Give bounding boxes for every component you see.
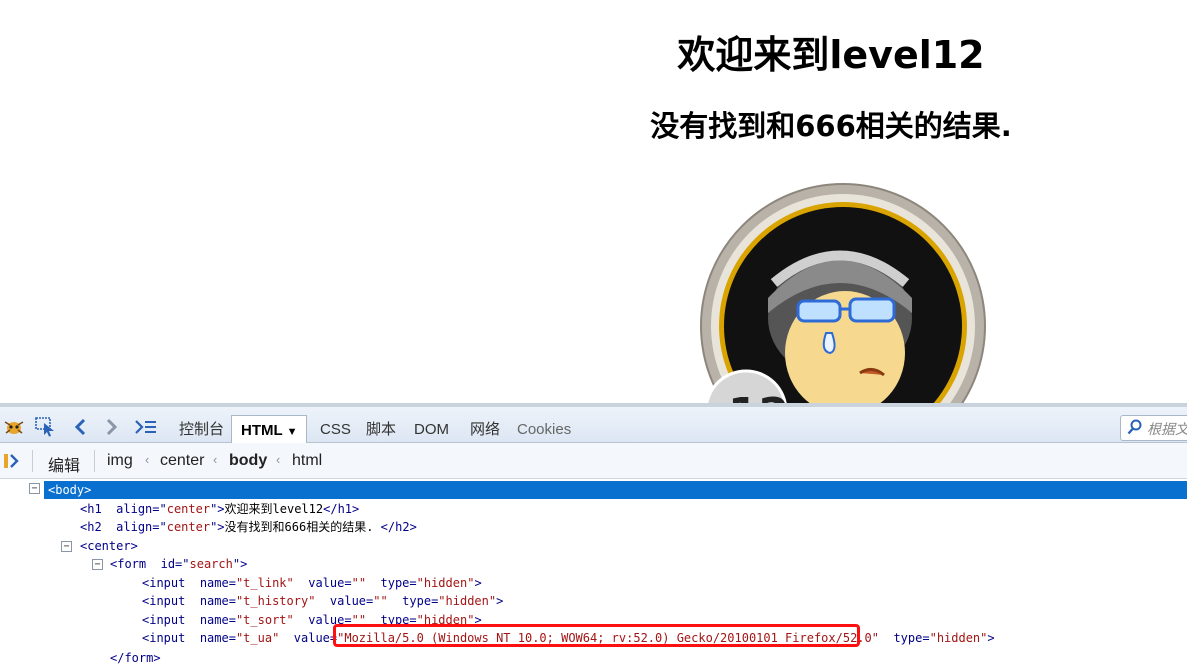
tree-node-center[interactable]: <center>: [80, 537, 138, 555]
devtools-breadcrumb-bar: 编辑 img ‹ center ‹ body ‹ html: [0, 443, 1187, 479]
tab-css[interactable]: CSS: [316, 415, 355, 445]
breadcrumb-img[interactable]: img: [107, 452, 133, 470]
back-icon[interactable]: [68, 415, 92, 439]
inspect-element-icon[interactable]: [34, 415, 58, 439]
collapse-toggle-icon[interactable]: −: [29, 483, 40, 494]
tab-html[interactable]: HTML ▼: [231, 415, 308, 445]
tree-node-body[interactable]: <body>: [44, 481, 1187, 499]
tree-node-h2[interactable]: <h2 align="center">没有找到和666相关的结果. </h2>: [80, 518, 417, 536]
html-tree: − <body> <h1 align="center">欢迎来到level12<…: [0, 479, 1187, 669]
tree-node-input[interactable]: <input name="t_history" value="" type="h…: [142, 592, 503, 610]
edit-button[interactable]: 编辑: [48, 452, 80, 476]
dropdown-arrow-icon[interactable]: ▼: [287, 426, 298, 438]
toolbar-divider: [32, 450, 33, 472]
tab-script[interactable]: 脚本: [362, 415, 400, 445]
toolbar-divider: [94, 450, 95, 472]
firebug-icon[interactable]: [2, 415, 26, 439]
tree-node-form-close[interactable]: </form>: [110, 649, 161, 667]
page-subheading: 没有找到和666相关的结果.: [650, 109, 1012, 143]
search-placeholder: 根据文: [1147, 421, 1187, 437]
breadcrumb-body[interactable]: body: [229, 452, 267, 470]
breadcrumb-html[interactable]: html: [292, 452, 322, 470]
devtools-toolbar: 控制台 HTML ▼ CSS 脚本 DOM 网络 Cookies 根据文: [0, 403, 1187, 445]
command-line-icon[interactable]: [134, 415, 158, 439]
forward-icon[interactable]: [100, 415, 124, 439]
tab-dom[interactable]: DOM: [410, 415, 453, 445]
page-heading: 欢迎来到level12: [677, 33, 985, 77]
devtools-search-field[interactable]: 根据文: [1120, 415, 1187, 441]
tab-net[interactable]: 网络: [466, 415, 504, 445]
tab-console[interactable]: 控制台: [175, 415, 228, 445]
tree-node-h1[interactable]: <h1 align="center">欢迎来到level12</h1>: [80, 500, 359, 518]
search-icon: [1127, 419, 1143, 438]
devtools-panel: 控制台 HTML ▼ CSS 脚本 DOM 网络 Cookies 根据文 编辑 …: [0, 403, 1187, 669]
tree-node-input[interactable]: <input name="t_link" value="" type="hidd…: [142, 574, 482, 592]
tree-node-form[interactable]: <form id="search">: [110, 555, 247, 573]
tab-html-label: HTML: [241, 422, 283, 439]
level-avatar-image: 12: [700, 183, 986, 403]
breadcrumb-chevron-icon: ‹: [276, 452, 281, 467]
break-on-mutate-icon[interactable]: [3, 452, 21, 475]
breadcrumb-chevron-icon: ‹: [213, 452, 218, 467]
breadcrumb-center[interactable]: center: [160, 452, 204, 470]
highlight-box: [333, 624, 860, 647]
breadcrumb-chevron-icon: ‹: [145, 452, 150, 467]
collapse-toggle-icon[interactable]: −: [92, 559, 103, 570]
tab-cookies[interactable]: Cookies: [513, 415, 575, 445]
web-page: 欢迎来到level12 没有找到和666相关的结果. 12: [0, 0, 1187, 403]
collapse-toggle-icon[interactable]: −: [61, 541, 72, 552]
avatar-badge: 12: [728, 389, 789, 403]
